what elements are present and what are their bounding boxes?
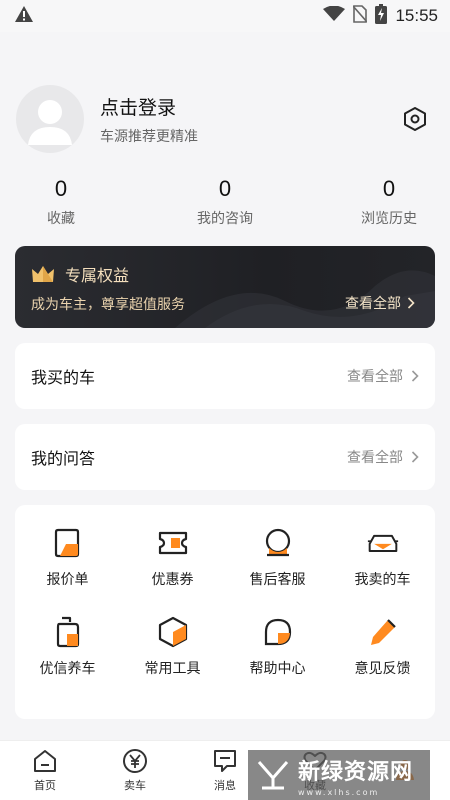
vip-benefits-banner[interactable]: 专属权益 成为车主，尊享超值服务 查看全部 <box>15 246 435 328</box>
tool-customer-service[interactable]: 售后客服 <box>225 527 330 616</box>
tab-label: 消息 <box>214 780 236 792</box>
status-right: 15:55 <box>323 4 438 28</box>
stat-value: 0 <box>218 176 232 201</box>
tool-label: 常用工具 <box>144 660 201 676</box>
chevron-right-icon <box>407 297 415 309</box>
warning-icon <box>14 5 34 27</box>
my-qa-card[interactable]: 我的问答 查看全部 <box>15 424 435 490</box>
vip-title-row: 专属权益 <box>31 262 129 286</box>
chevron-right-icon <box>411 370 419 382</box>
message-icon <box>214 750 236 772</box>
oil-can-icon <box>52 616 84 648</box>
car-icon <box>367 527 399 559</box>
tool-feedback[interactable]: 意见反馈 <box>330 616 435 705</box>
watermark-overlay: 新绿资源网 www.xlhs.com <box>248 750 430 800</box>
stat-favorites[interactable]: 0 收藏 <box>16 176 106 236</box>
cube-icon <box>157 616 189 648</box>
no-sim-icon <box>352 5 369 27</box>
tool-label: 我卖的车 <box>354 571 411 587</box>
avatar-placeholder-icon <box>28 100 72 145</box>
stat-value: 0 <box>382 176 396 201</box>
customer-service-icon <box>262 527 294 559</box>
stat-inquiries[interactable]: 0 我的咨询 <box>180 176 270 236</box>
my-purchased-cars-card[interactable]: 我买的车 查看全部 <box>15 343 435 409</box>
watermark-logo-icon <box>257 761 289 790</box>
battery-charging-icon <box>375 4 388 28</box>
home-icon <box>34 750 56 772</box>
vip-subtitle: 成为车主，尊享超值服务 <box>31 296 185 312</box>
settings-button[interactable] <box>400 104 430 134</box>
vip-view-all-link[interactable]: 查看全部 <box>345 293 415 313</box>
stat-label: 收藏 <box>47 210 75 226</box>
tab-label: 卖车 <box>124 780 146 792</box>
tool-common-tools[interactable]: 常用工具 <box>120 616 225 705</box>
pencil-icon <box>367 616 399 648</box>
tool-label: 优惠券 <box>151 571 194 587</box>
view-all-label: 查看全部 <box>347 368 403 384</box>
tool-coupon[interactable]: 优惠券 <box>120 527 225 616</box>
tab-label: 首页 <box>34 780 56 792</box>
card-title: 我买的车 <box>31 370 96 387</box>
profile-text[interactable]: 点击登录 车源推荐更精准 <box>100 93 400 146</box>
banner-decoration <box>175 270 435 328</box>
wifi-icon <box>323 5 346 26</box>
tool-label: 帮助中心 <box>249 660 306 676</box>
tool-label: 售后客服 <box>249 571 306 587</box>
avatar[interactable] <box>16 85 84 153</box>
coupon-icon <box>157 527 189 559</box>
tool-my-sold-cars[interactable]: 我卖的车 <box>330 527 435 616</box>
clock: 15:55 <box>395 6 438 25</box>
tool-youxin-car-care[interactable]: 优信养车 <box>15 616 120 705</box>
login-link[interactable]: 点击登录 <box>100 93 400 120</box>
stat-label: 浏览历史 <box>361 210 417 226</box>
stat-label: 我的咨询 <box>197 210 253 226</box>
settings-hex-icon <box>404 107 426 131</box>
status-bar: 15:55 <box>0 0 450 32</box>
view-all-label: 查看全部 <box>347 449 403 465</box>
tool-label: 报价单 <box>46 571 89 587</box>
view-all-link[interactable]: 查看全部 <box>347 366 419 386</box>
tool-label: 意见反馈 <box>354 660 411 676</box>
tools-grid: 报价单 优惠券 售后客服 我卖的车 优信养车 常用工具 帮助中心 意见反馈 <box>15 505 435 719</box>
stat-value: 0 <box>54 176 68 201</box>
stat-history[interactable]: 0 浏览历史 <box>344 176 434 236</box>
tab-home[interactable]: 首页 <box>0 741 90 800</box>
chevron-right-icon <box>411 451 419 463</box>
profile-header: 点击登录 车源推荐更精准 <box>16 84 436 154</box>
tab-sell-car[interactable]: 卖车 <box>90 741 180 800</box>
tool-label: 优信养车 <box>39 660 96 676</box>
stats-row: 0 收藏 0 我的咨询 0 浏览历史 <box>0 176 450 236</box>
tool-help-center[interactable]: 帮助中心 <box>225 616 330 705</box>
card-title: 我的问答 <box>31 451 96 468</box>
view-all-link[interactable]: 查看全部 <box>347 447 419 467</box>
vip-view-all-label: 查看全部 <box>345 295 401 311</box>
yuan-icon <box>123 749 147 773</box>
quote-sheet-icon <box>52 527 84 559</box>
login-subtitle: 车源推荐更精准 <box>100 127 198 144</box>
watermark-text: 新绿资源网 <box>298 759 414 785</box>
vip-title: 专属权益 <box>65 268 130 285</box>
crown-icon <box>32 266 54 282</box>
chat-bubble-icon <box>262 616 294 648</box>
tool-quote-sheet[interactable]: 报价单 <box>15 527 120 616</box>
watermark-url: www.xlhs.com <box>298 787 380 797</box>
